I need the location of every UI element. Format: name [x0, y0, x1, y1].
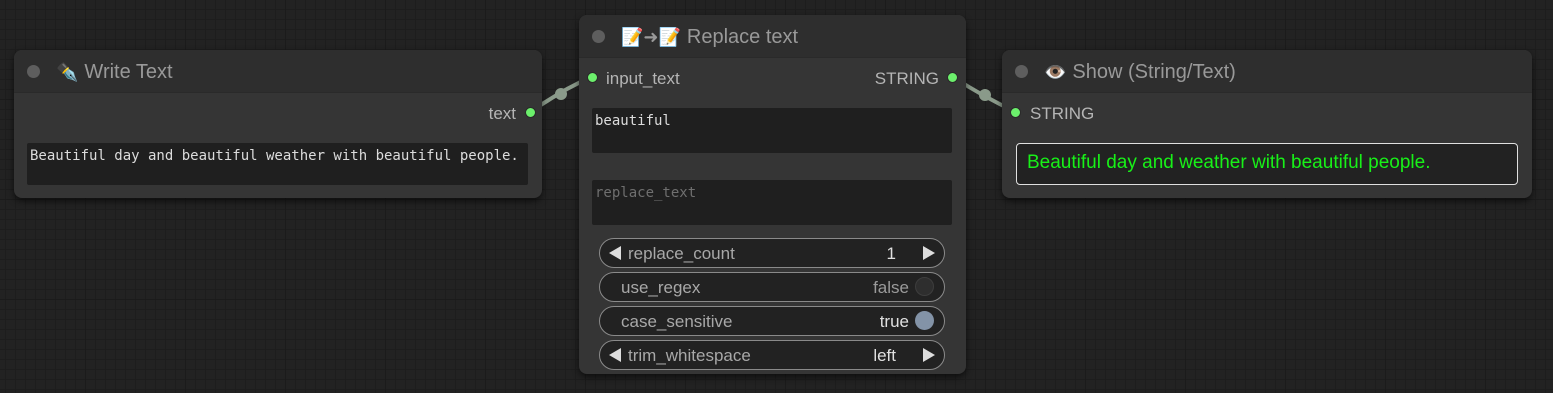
collapse-toggle[interactable]	[592, 30, 605, 43]
toggle-knob-icon[interactable]	[915, 277, 934, 296]
trim-whitespace-combo[interactable]: trim_whitespace left	[599, 340, 945, 370]
node-title: ✒️ Write Text	[56, 61, 173, 84]
next-arrow-icon[interactable]	[923, 348, 935, 362]
node-title: 📝➜📝 Replace text	[621, 26, 798, 49]
link-midpoint-1	[555, 88, 567, 100]
output-label-text: text	[488, 104, 516, 123]
widget-label: case_sensitive	[621, 312, 733, 331]
node-header[interactable]: 👁️ Show (String/Text)	[1002, 50, 1532, 93]
node-show-text[interactable]: 👁️ Show (String/Text) STRING Beautiful da…	[1002, 50, 1532, 198]
pen-icon: ✒️	[56, 62, 79, 82]
widget-label: trim_whitespace	[628, 346, 751, 365]
widget-value: true	[879, 312, 909, 331]
use-regex-toggle[interactable]: use_regex false	[599, 272, 945, 302]
widget-value: left	[873, 346, 896, 365]
prev-arrow-icon[interactable]	[609, 348, 621, 362]
output-label: STRING	[874, 69, 939, 88]
widget-value: false	[873, 278, 909, 297]
replace-count-widget[interactable]: replace_count 1	[599, 238, 945, 268]
replace-text-input[interactable]: replace_text	[592, 180, 952, 225]
node-write-text[interactable]: ✒️ Write Text text Beautiful day and beau…	[14, 50, 542, 198]
output-slot-text[interactable]	[525, 107, 536, 118]
node-title-text: Replace text	[686, 26, 799, 48]
decrement-arrow-icon[interactable]	[609, 246, 621, 260]
node-title-text: Show (String/Text)	[1072, 61, 1236, 83]
text-input[interactable]: Beautiful day and beautiful weather with…	[27, 143, 528, 185]
node-title: 👁️ Show (String/Text)	[1044, 61, 1236, 84]
display-text: Beautiful day and weather with beautiful…	[1016, 143, 1518, 185]
find-text-input[interactable]: beautiful	[592, 108, 952, 153]
case-sensitive-toggle[interactable]: case_sensitive true	[599, 306, 945, 336]
widget-label: use_regex	[621, 278, 701, 297]
input-slot-string[interactable]	[1010, 107, 1021, 118]
node-replace-text[interactable]: 📝➜📝 Replace text input_text STRING beauti…	[579, 15, 966, 374]
node-title-text: Write Text	[84, 61, 173, 83]
link-midpoint-2	[979, 89, 991, 101]
widget-value: 1	[886, 244, 896, 263]
input-label: input_text	[606, 69, 680, 88]
collapse-toggle[interactable]	[27, 65, 40, 78]
node-header[interactable]: ✒️ Write Text	[14, 50, 542, 93]
increment-arrow-icon[interactable]	[923, 246, 935, 260]
memo-arrow-memo-icon: 📝➜📝	[621, 27, 681, 47]
toggle-knob-icon[interactable]	[915, 311, 934, 330]
output-slot-string[interactable]	[947, 72, 958, 83]
input-slot-input-text[interactable]	[587, 72, 598, 83]
widget-label: replace_count	[628, 244, 735, 263]
node-header[interactable]: 📝➜📝 Replace text	[579, 15, 966, 58]
eye-icon: 👁️	[1044, 62, 1067, 82]
collapse-toggle[interactable]	[1015, 65, 1028, 78]
input-label: STRING	[1030, 104, 1095, 123]
